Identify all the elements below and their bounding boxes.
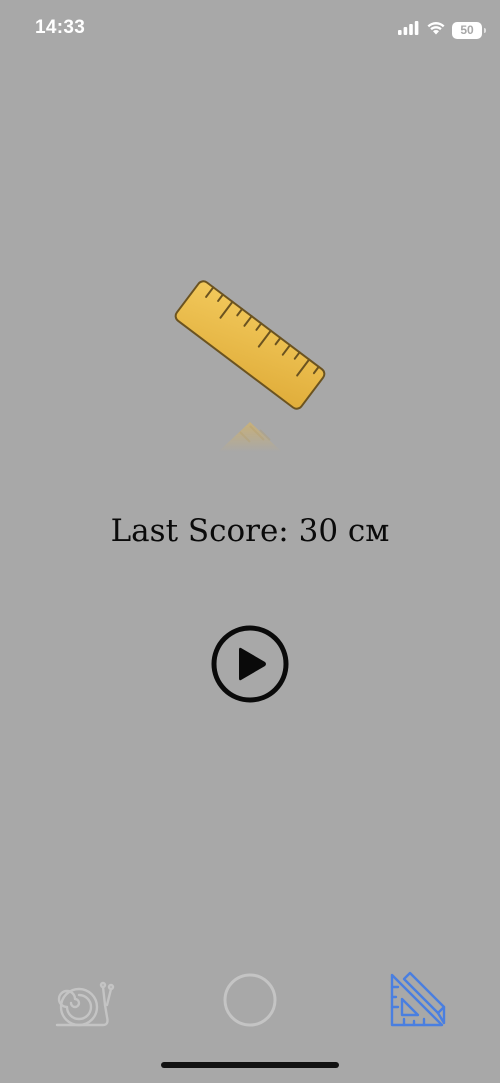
play-circle-icon (211, 625, 289, 703)
wifi-icon (426, 20, 446, 40)
tab-snail[interactable] (47, 965, 117, 1035)
home-indicator[interactable] (161, 1062, 339, 1068)
signal-icon (398, 20, 420, 40)
battery-level: 50 (460, 23, 474, 37)
status-icons: 50 (398, 20, 486, 40)
snail-icon (55, 981, 115, 1027)
last-score-text: Last Score: 30 см (110, 513, 390, 549)
tab-circle[interactable] (215, 965, 285, 1035)
status-bar: 14:33 50 (0, 0, 500, 60)
ruler-triangle-icon (390, 971, 446, 1027)
tab-ruler[interactable] (382, 965, 452, 1035)
battery-icon: 50 (452, 21, 486, 39)
circle-icon (223, 973, 277, 1027)
ruler-icon (174, 280, 326, 452)
battery-cap (484, 27, 486, 33)
tab-bar (0, 965, 500, 1040)
ruler-illustration (170, 262, 330, 462)
play-button[interactable] (210, 624, 290, 704)
status-time: 14:33 (35, 17, 86, 38)
